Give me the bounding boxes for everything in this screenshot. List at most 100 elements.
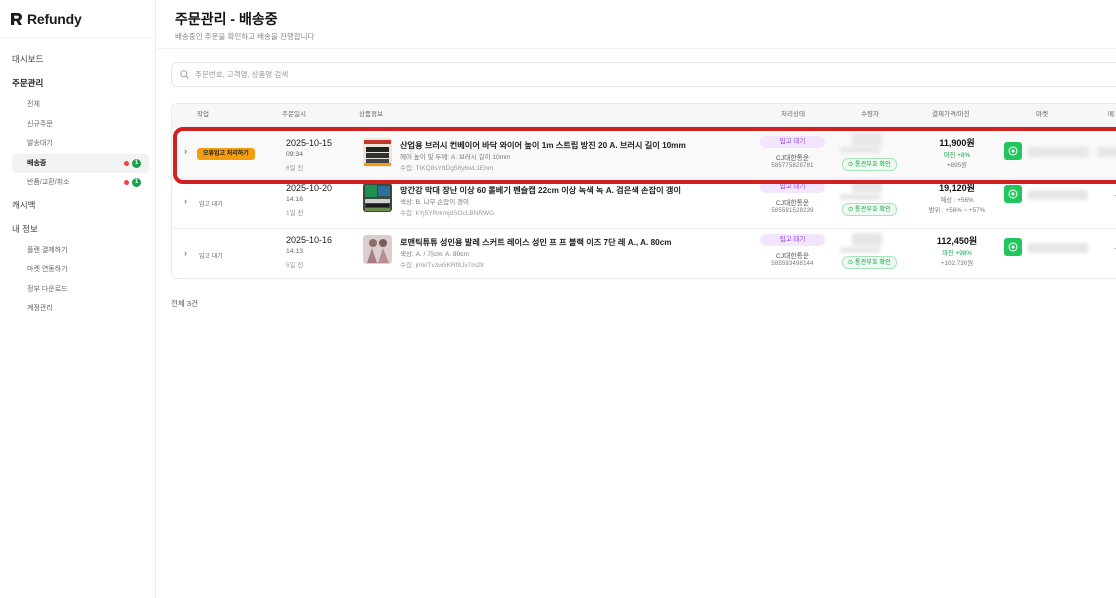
recipient-name-redacted: [852, 180, 882, 193]
table-header: 작업 주문일시 상품정보 처리상태 수령자 결제가격/마진 마켓 메: [172, 104, 1116, 126]
table-row[interactable]: › 입고 대기 2025-10-16 14:13 5일 전 로맨틱튜튜 성인용 …: [172, 228, 1116, 278]
table-row[interactable]: › 오류입고 처리하기 2025-10-15 09:34 6일 전 산업용 브러…: [172, 126, 1116, 178]
expand-chevron-icon[interactable]: ›: [184, 146, 187, 156]
order-ago: 6일 전: [286, 165, 304, 172]
header-price-margin: 결제가격/마진: [932, 111, 970, 118]
sidebar-item-plan-payment[interactable]: 플랜 결제하기: [12, 241, 149, 261]
product-thumbnail[interactable]: [363, 183, 392, 212]
order-date: 2025-10-16: [286, 235, 333, 245]
sidebar: Refundy 대시보드 주문관리 전체 신규주문 발송대기 배송중 1 반품/…: [0, 0, 156, 598]
payment-price: 19,120원: [939, 183, 975, 193]
order-time: 14:16: [286, 196, 304, 203]
carrier-name: CJ대한통운: [775, 253, 810, 260]
sidebar-item-shipping[interactable]: 배송중 1: [12, 153, 149, 173]
app-logo[interactable]: Refundy: [0, 0, 155, 38]
margin-amount: +895원: [947, 162, 967, 169]
customs-check-badge[interactable]: ⊙ 통관부호 확인: [842, 158, 897, 171]
sidebar-item-all[interactable]: 전체: [12, 95, 149, 115]
sidebar-item-account[interactable]: 계정관리: [12, 299, 149, 319]
sidebar-item-orders[interactable]: 주문관리: [0, 71, 155, 95]
count-badge: 1: [132, 178, 141, 187]
order-time: 14:13: [286, 248, 304, 255]
count-badge: 1: [132, 158, 141, 168]
margin-range: 범위 : +56% ~ +57%: [928, 207, 986, 214]
product-title[interactable]: 산업용 브러시 컨베이어 바닥 와이어 높이 1m 스트립 방진 20 A. 브…: [400, 139, 686, 151]
main-content: 주문관리 - 배송중 배송중인 주문을 확인하고 배송을 진행합니다 작업 주문…: [156, 0, 1116, 598]
product-thumbnail[interactable]: [363, 138, 392, 167]
alert-dot: [124, 160, 129, 166]
market-logo-icon: [1004, 185, 1022, 203]
product-option: 색상: B. 나무 손잡이 갱이: [400, 199, 469, 206]
margin-expected: 예상 : +56%: [940, 197, 974, 204]
order-ago: 1일 전: [286, 210, 304, 217]
status-badge: 입고 대기: [760, 181, 825, 193]
carrier-name: CJ대한통운: [775, 155, 810, 162]
header-memo: 메: [1108, 111, 1114, 118]
page-title: 주문관리 - 배송중: [175, 11, 278, 27]
sidebar-item-market-link[interactable]: 마켓 연동하기: [12, 260, 149, 280]
memo-redacted: [1097, 147, 1116, 157]
tracking-number[interactable]: 585593498144: [760, 261, 825, 267]
sidebar-item-returns[interactable]: 반품/교환/취소 1: [12, 173, 149, 193]
market-account-redacted: [1028, 147, 1088, 157]
market-logo-icon: [1004, 142, 1022, 160]
row-status-text: 입고 대기: [199, 254, 223, 260]
product-thumbnail[interactable]: [363, 235, 392, 264]
header-product-info: 상품정보: [359, 111, 383, 118]
carrier-name: CJ대한통운: [775, 200, 810, 207]
sidebar-item-cashback[interactable]: 캐시백: [0, 193, 155, 217]
recipient-info-redacted: [840, 247, 880, 253]
product-code: 수집: kYj5YRrkmjdSOcLBNRWG: [400, 210, 495, 217]
product-title[interactable]: 로맨틱튜튜 성인용 발레 스커트 레이스 성인 프 프 블랙 이즈 7단 레 A…: [400, 236, 672, 248]
product-option: 헤어 높이 및 두께: A. 브러시 길이 10mm: [400, 154, 511, 161]
product-option: 색상: A. / 기cm: A. 80cm: [400, 251, 469, 258]
sidebar-item-label: 반품/교환/취소: [27, 179, 70, 186]
expand-chevron-icon[interactable]: ›: [184, 196, 187, 206]
status-badge: 입고 대기: [760, 234, 825, 246]
product-code: 수집: jmk/Tv3w5KRf8Jv7m2fr: [400, 262, 485, 269]
header-divider: [156, 48, 1116, 49]
header-market: 마켓: [1036, 111, 1048, 118]
customs-check-badge[interactable]: ⊙ 통관부호 확인: [842, 256, 897, 269]
sidebar-item-new-orders[interactable]: 신규주문: [12, 115, 149, 135]
order-time: 09:34: [286, 151, 304, 158]
orders-table: 작업 주문일시 상품정보 처리상태 수령자 결제가격/마진 마켓 메 › 오류입…: [171, 103, 1116, 279]
order-date: 2025-10-15: [286, 138, 333, 148]
header-recipient: 수령자: [861, 111, 879, 118]
recipient-name-redacted: [852, 233, 882, 246]
app-name: Refundy: [27, 10, 82, 27]
recipient-name-redacted: [852, 133, 882, 146]
payment-price: 11,900원: [939, 138, 975, 148]
sidebar-item-download[interactable]: 정부 다운로드: [12, 280, 149, 300]
header-action: 작업: [197, 111, 209, 118]
page-subtitle: 배송중인 주문을 확인하고 배송을 진행합니다: [175, 32, 315, 41]
error-receipt-button[interactable]: 오류입고 처리하기: [197, 148, 255, 160]
row-status-text: 입고 대기: [199, 202, 223, 208]
search-input[interactable]: [195, 70, 795, 79]
margin-percent: 마진 +98%: [942, 250, 972, 257]
sidebar-badges: 1: [124, 158, 141, 168]
total-count: 전체 3건: [171, 299, 198, 308]
sidebar-item-awaiting-shipment[interactable]: 발송대기: [12, 134, 149, 154]
header-status: 처리상태: [781, 111, 805, 118]
order-date: 2025-10-20: [286, 183, 333, 193]
sidebar-item-my-info[interactable]: 내 정보: [0, 217, 155, 241]
customs-check-badge[interactable]: ⊙ 통관부호 확인: [842, 203, 897, 216]
product-title[interactable]: 망간강 막대 장난 이상 60 롤베기 펜슬캡 22cm 이상 녹색 녹 A. …: [400, 184, 681, 196]
expand-chevron-icon[interactable]: ›: [184, 248, 187, 258]
table-row[interactable]: › 입고 대기 2025-10-20 14:16 1일 전 망간강 막대 장난 …: [172, 178, 1116, 228]
order-ago: 5일 전: [286, 262, 304, 269]
sidebar-item-dashboard[interactable]: 대시보드: [0, 47, 155, 71]
sidebar-badges: 1: [124, 178, 141, 187]
tracking-number[interactable]: 585591528239: [760, 208, 825, 214]
market-logo-icon: [1004, 238, 1022, 256]
alert-dot: [124, 180, 129, 185]
sidebar-item-label: 배송중: [27, 159, 47, 167]
tracking-number[interactable]: 585775828781: [760, 163, 825, 169]
product-code: 수집: TIKQ8sY8Dg58y6wL1Ehm: [400, 165, 494, 172]
market-account-redacted: [1028, 243, 1088, 253]
margin-amount: +102,730원: [940, 260, 974, 267]
search-bar[interactable]: [171, 62, 1116, 87]
market-account-redacted: [1028, 190, 1088, 200]
recipient-info-redacted: [840, 194, 880, 200]
